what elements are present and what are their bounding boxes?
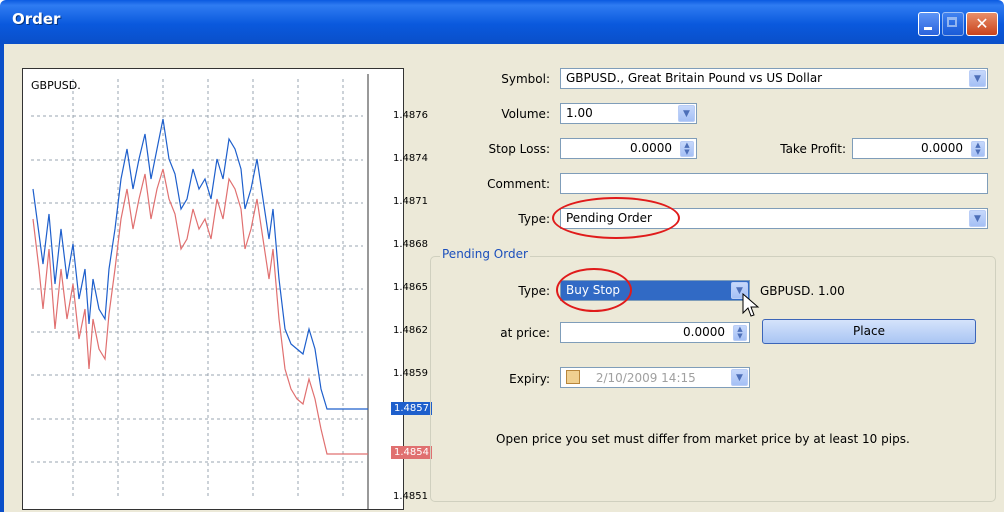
price-tick: 1.4871 [393, 196, 428, 207]
minimize-button[interactable] [918, 12, 940, 36]
symbol-select[interactable]: GBPUSD., Great Britain Pound vs US Dolla… [560, 68, 988, 89]
symbol-label: Symbol: [501, 72, 550, 86]
pending-note: Open price you set must differ from mark… [496, 432, 910, 446]
takeprofit-label: Take Profit: [780, 142, 846, 156]
highlight-ellipse [556, 268, 632, 312]
takeprofit-input[interactable]: 0.0000 ▲ ▼ [852, 138, 988, 159]
chart-canvas [31, 74, 369, 509]
bid-price-badge: 1.4857 [391, 402, 432, 415]
price-tick: 1.4859 [393, 368, 428, 379]
highlight-ellipse [552, 197, 680, 239]
price-chart: GBPUSD. 1.4876 1.4874 1.4871 1.4868 1.48… [22, 68, 432, 510]
symbol-value: GBPUSD., Great Britain Pound vs US Dolla… [566, 71, 823, 85]
chevron-down-icon[interactable]: ▼ [969, 210, 986, 227]
expiry-value: 2/10/2009 14:15 [595, 371, 696, 385]
pending-summary: GBPUSD. 1.00 [760, 284, 845, 298]
price-label: at price: [500, 326, 550, 340]
close-icon: ✕ [975, 14, 989, 33]
ask-price-badge: 1.4854 [391, 446, 432, 459]
volume-select[interactable]: 1.00 ▼ [560, 103, 697, 124]
expiry-input[interactable]: 2/10/2009 14:15 ▼ [560, 367, 750, 388]
price-tick: 1.4851 [393, 491, 428, 502]
pending-order-group-title: Pending Order [440, 247, 530, 261]
price-input[interactable]: 0.0000 ▲ ▼ [560, 322, 750, 343]
close-button[interactable]: ✕ [966, 12, 998, 36]
window-title: Order [12, 10, 61, 28]
volume-value: 1.00 [566, 106, 593, 120]
price-tick: 1.4876 [393, 110, 428, 121]
chevron-down-icon[interactable]: ▼ [969, 70, 986, 87]
price-tick: 1.4865 [393, 282, 428, 293]
expiry-label: Expiry: [509, 372, 550, 386]
expiry-checkbox[interactable] [566, 370, 580, 384]
price-tick: 1.4862 [393, 325, 428, 336]
chevron-down-icon[interactable]: ▼ [731, 369, 748, 386]
stoploss-value: 0.0000 [630, 141, 672, 155]
spinner-icon[interactable]: ▲ ▼ [733, 325, 747, 341]
price-tick: 1.4868 [393, 239, 428, 250]
chevron-down-icon[interactable]: ▼ [678, 105, 695, 122]
price-tick: 1.4874 [393, 153, 428, 164]
price-value: 0.0000 [683, 325, 725, 339]
pending-type-label: Type: [518, 284, 550, 298]
spinner-icon[interactable]: ▲ ▼ [971, 141, 985, 157]
comment-input[interactable] [560, 173, 988, 194]
comment-label: Comment: [487, 177, 550, 191]
title-bar: Order ✕ [0, 0, 1004, 44]
place-button[interactable]: Place [762, 319, 976, 344]
maximize-button[interactable] [942, 12, 964, 36]
volume-label: Volume: [501, 107, 550, 121]
chart-symbol-label: GBPUSD. [31, 79, 81, 92]
stoploss-input[interactable]: 0.0000 ▲ ▼ [560, 138, 697, 159]
spinner-icon[interactable]: ▲ ▼ [680, 141, 694, 157]
type-label: Type: [518, 212, 550, 226]
takeprofit-value: 0.0000 [921, 141, 963, 155]
stoploss-label: Stop Loss: [488, 142, 550, 156]
bid-line [32, 118, 368, 410]
ask-line [32, 168, 368, 455]
mouse-cursor-icon [742, 293, 760, 317]
